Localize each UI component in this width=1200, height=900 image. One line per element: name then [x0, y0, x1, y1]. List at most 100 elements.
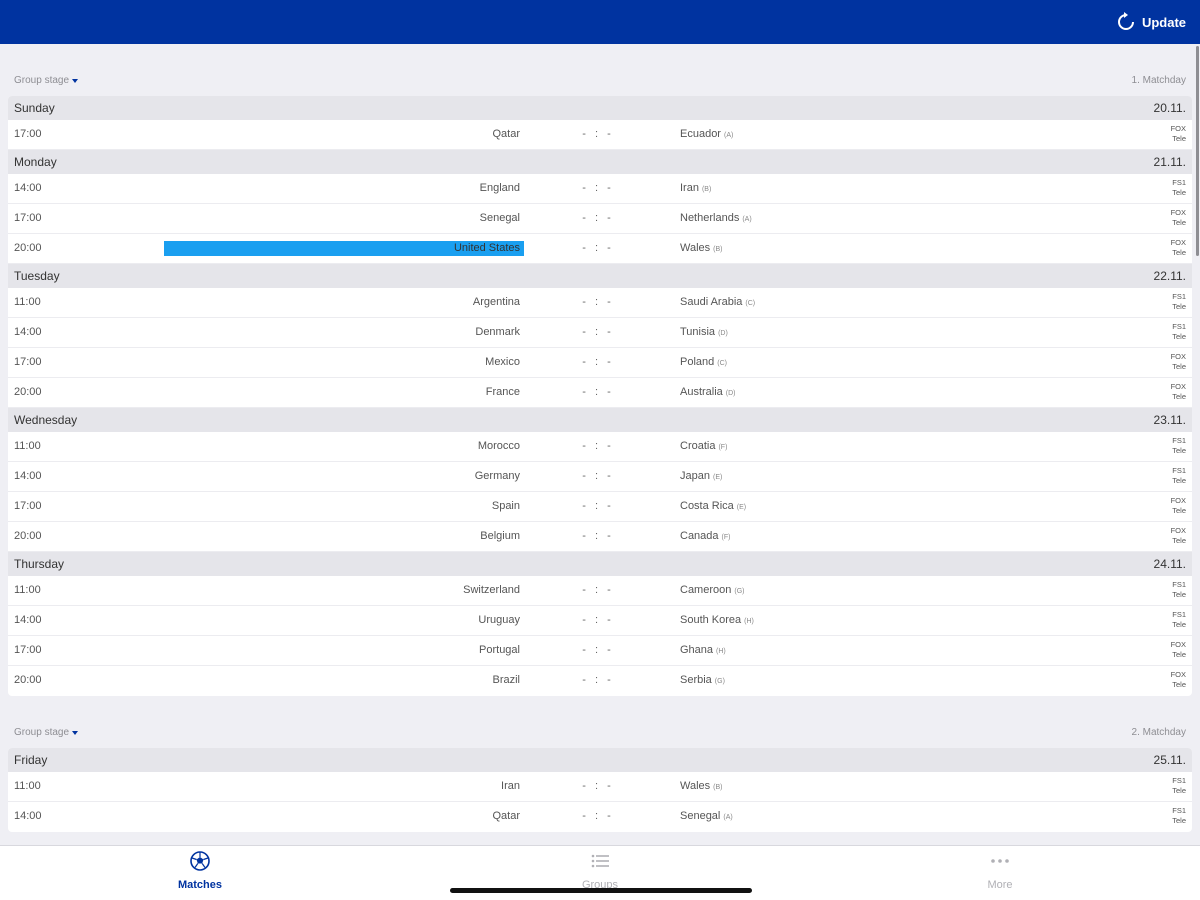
match-row[interactable]: 14:00 Denmark - : - Tunisia (D) FS1 Tele [8, 318, 1192, 348]
group-label: (A) [742, 216, 752, 223]
group-label: (B) [713, 784, 723, 791]
match-row[interactable]: 20:00 Belgium - : - Canada (F) FOX Tele [8, 522, 1192, 552]
tv-channel: Tele [1172, 816, 1186, 825]
tv-channel: Tele [1172, 446, 1186, 455]
matchday-section: Group stage 1. Matchday Sunday 20.11. 17:00 Q… [8, 72, 1192, 696]
update-button[interactable]: Update [1116, 10, 1186, 34]
match-row[interactable]: 17:00 Qatar - : - Ecuador (A) FOX Tele [8, 120, 1192, 150]
tv-channel: FS1 [1172, 292, 1186, 301]
tv-channel: Tele [1172, 218, 1186, 227]
group-label: (F) [721, 534, 731, 541]
tv-channels: FS1 Tele [1172, 580, 1186, 600]
match-row[interactable]: 14:00 Uruguay - : - South Korea (H) FS1 Tele [8, 606, 1192, 636]
home-team: Denmark [475, 326, 520, 338]
score: - : - [582, 386, 614, 398]
tv-channels: FOX Tele [1171, 496, 1186, 516]
stage-selector[interactable]: Group stage [14, 727, 79, 738]
day-name: Friday [14, 753, 48, 767]
tv-channels: FS1 Tele [1172, 776, 1186, 796]
tv-channel: Tele [1172, 476, 1186, 485]
group-label: (D) [718, 330, 728, 337]
section-header: Group stage 2. Matchday [8, 724, 1192, 748]
kickoff-time: 17:00 [14, 128, 42, 140]
tv-channel: Tele [1172, 134, 1186, 143]
match-row[interactable]: 14:00 Qatar - : - Senegal (A) FS1 Tele [8, 802, 1192, 832]
kickoff-time: 17:00 [14, 356, 42, 368]
caret-down-icon [72, 78, 79, 83]
tv-channels: FS1 Tele [1172, 292, 1186, 312]
match-row[interactable]: 14:00 Germany - : - Japan (E) FS1 Tele [8, 462, 1192, 492]
away-team: Poland (C) [680, 356, 727, 368]
kickoff-time: 20:00 [14, 386, 42, 398]
score: - : - [582, 644, 614, 656]
match-row[interactable]: 11:00 Morocco - : - Croatia (F) FS1 Tele [8, 432, 1192, 462]
tv-channels: FS1 Tele [1172, 466, 1186, 486]
score: - : - [582, 356, 614, 368]
match-row[interactable]: 20:00 France - : - Australia (D) FOX Tele [8, 378, 1192, 408]
kickoff-time: 17:00 [14, 212, 42, 224]
group-label: (D) [725, 390, 736, 397]
tv-channel: FOX [1170, 382, 1186, 391]
matches-card: Sunday 20.11. 17:00 Qatar - : - Ecuador (A) FOX… [8, 96, 1192, 696]
away-team-name: Poland [680, 356, 715, 368]
tv-channel: FOX [1170, 124, 1186, 133]
match-row[interactable]: 14:00 England - : - Iran (B) FS1 Tele [8, 174, 1192, 204]
match-row[interactable]: 11:00 Switzerland - : - Cameroon (G) FS1 Tele [8, 576, 1192, 606]
kickoff-time: 11:00 [14, 296, 41, 308]
away-team: Australia (D) [680, 386, 736, 398]
tv-channel: Tele [1172, 392, 1186, 401]
scrollbar[interactable] [1196, 46, 1199, 256]
away-team: South Korea (H) [680, 614, 754, 626]
home-team: Morocco [477, 440, 520, 452]
tv-channel: Tele [1172, 680, 1186, 689]
match-row[interactable]: 11:00 Argentina - : - Saudi Arabia (C) FS1 Tel… [8, 288, 1192, 318]
tab-matches[interactable]: Matches [140, 850, 260, 891]
tv-channel: FS1 [1172, 806, 1186, 815]
home-indicator[interactable] [450, 888, 752, 893]
tv-channels: FOX Tele [1171, 238, 1186, 258]
kickoff-time: 11:00 [14, 584, 41, 596]
day-date: 20.11. [1153, 101, 1186, 115]
match-schedule-list[interactable]: Group stage 1. Matchday Sunday 20.11. 17:00 Q… [8, 44, 1192, 845]
day-header: Tuesday 22.11. [8, 264, 1192, 288]
match-row[interactable]: 20:00 United States - : - Wales (B) FOX Tele [8, 234, 1192, 264]
score: - : - [582, 296, 614, 308]
away-team-name: Netherlands [680, 212, 740, 224]
away-team: Ghana (H) [680, 644, 726, 656]
kickoff-time: 14:00 [14, 470, 42, 482]
match-row[interactable]: 17:00 Mexico - : - Poland (C) FOX Tele [8, 348, 1192, 378]
home-team: Belgium [480, 530, 520, 542]
away-team: Cameroon (G) [680, 584, 744, 596]
tab-more[interactable]: More [940, 850, 1060, 891]
away-team: Croatia (F) [680, 440, 727, 452]
section-header: Group stage 1. Matchday [8, 72, 1192, 96]
away-team-name: Tunisia [680, 326, 716, 338]
tv-channel: Tele [1172, 590, 1186, 599]
kickoff-time: 17:00 [14, 500, 42, 512]
match-row[interactable]: 20:00 Brazil - : - Serbia (G) FOX Tele [8, 666, 1192, 696]
home-team: Senegal [479, 212, 520, 224]
top-navigation-bar: Update [0, 0, 1200, 44]
match-row[interactable]: 17:00 Portugal - : - Ghana (H) FOX Tele [8, 636, 1192, 666]
away-team: Senegal (A) [680, 810, 733, 822]
match-row[interactable]: 17:00 Senegal - : - Netherlands (A) FOX Tele [8, 204, 1192, 234]
stage-selector[interactable]: Group stage [14, 75, 79, 86]
tv-channels: FOX Tele [1171, 640, 1186, 660]
away-team-name: Saudi Arabia [680, 296, 743, 308]
kickoff-time: 20:00 [14, 242, 42, 254]
score: - : - [582, 674, 614, 686]
group-label: (E) [736, 504, 747, 511]
tv-channel: Tele [1172, 302, 1186, 311]
match-row[interactable]: 11:00 Iran - : - Wales (B) FS1 Tele [8, 772, 1192, 802]
tv-channels: FOX Tele [1171, 208, 1186, 228]
tab-groups[interactable]: Groups [540, 850, 660, 891]
home-team: Brazil [492, 674, 520, 686]
score: - : - [582, 182, 614, 194]
home-team: Qatar [492, 810, 520, 822]
match-row[interactable]: 17:00 Spain - : - Costa Rica (E) FOX Tele [8, 492, 1192, 522]
score: - : - [582, 440, 614, 452]
tv-channels: FS1 Tele [1172, 610, 1186, 630]
away-team: Wales (B) [680, 242, 723, 254]
tv-channels: FS1 Tele [1172, 806, 1186, 826]
day-name: Wednesday [14, 413, 78, 427]
